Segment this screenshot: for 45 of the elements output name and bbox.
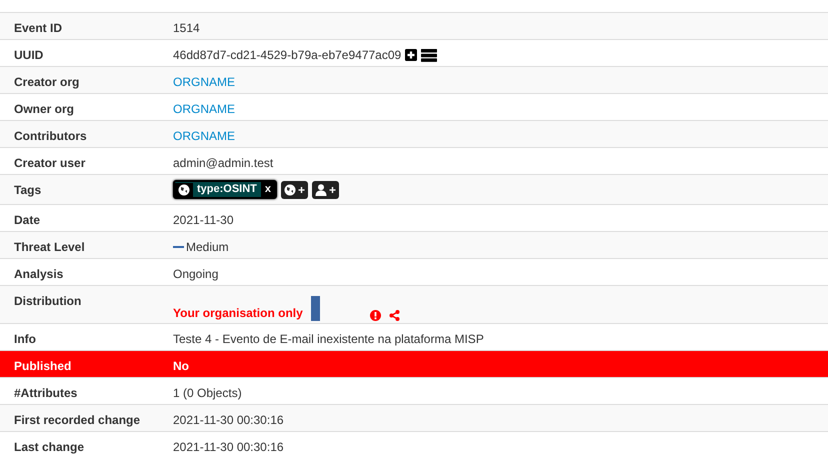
field-label: #Attributes xyxy=(14,386,78,400)
distribution-bar xyxy=(310,296,320,321)
field-label: UUID xyxy=(14,48,44,62)
field-label: Creator user xyxy=(14,156,86,170)
field-value: Ongoing xyxy=(173,267,218,281)
field-label: Published xyxy=(14,359,72,373)
field-label: Date xyxy=(14,213,40,227)
field-label: Creator org xyxy=(14,75,80,89)
warning-icon[interactable] xyxy=(370,310,381,321)
field-label: Event ID xyxy=(14,21,62,35)
published-value: No xyxy=(173,359,189,373)
org-link[interactable]: ORGNAME xyxy=(173,102,236,116)
field-value: Teste 4 - Evento de E-mail inexistente na plataforma MISP xyxy=(173,332,484,346)
field-value: 1 (0 Objects) xyxy=(173,386,242,400)
distribution-value: Your organisation only xyxy=(173,305,303,322)
field-label: Distribution xyxy=(14,294,82,308)
user-icon xyxy=(315,184,328,196)
field-label: Tags xyxy=(14,183,42,197)
tag-name: type:OSINT xyxy=(196,182,258,197)
share-icon[interactable] xyxy=(388,310,400,321)
field-value: 1514 xyxy=(173,21,200,35)
globe-icon xyxy=(178,184,190,196)
field-value: 2021-11-30 xyxy=(173,213,234,227)
field-label: Analysis xyxy=(14,267,64,281)
field-value: admin@admin.test xyxy=(173,156,274,170)
org-link[interactable]: ORGNAME xyxy=(173,75,236,89)
org-link[interactable]: ORGNAME xyxy=(173,129,236,143)
globe-icon xyxy=(284,184,296,196)
add-tag-button[interactable]: + xyxy=(281,180,308,198)
add-icon[interactable] xyxy=(405,49,418,61)
field-label: Threat Level xyxy=(14,240,85,254)
tag[interactable]: type:OSINT x xyxy=(173,180,278,199)
field-label: Info xyxy=(14,332,36,346)
field-value: 2021-11-30 00:30:16 xyxy=(173,413,284,427)
server-icon[interactable] xyxy=(421,48,438,62)
field-label: Owner org xyxy=(14,102,74,116)
uuid-value: 46dd87d7-cd21-4529-b79a-eb7e9477ac09 xyxy=(173,47,402,64)
field-label: Contributors xyxy=(14,129,87,143)
field-label: First recorded change xyxy=(14,413,140,427)
remove-tag-button[interactable]: x xyxy=(260,182,276,197)
field-value: 2021-11-30 00:30:16 xyxy=(173,440,284,454)
add-tag-button[interactable]: + xyxy=(312,180,340,198)
dash-icon xyxy=(173,246,184,248)
threat-level-value: Medium xyxy=(186,239,229,256)
field-label: Last change xyxy=(14,440,84,454)
